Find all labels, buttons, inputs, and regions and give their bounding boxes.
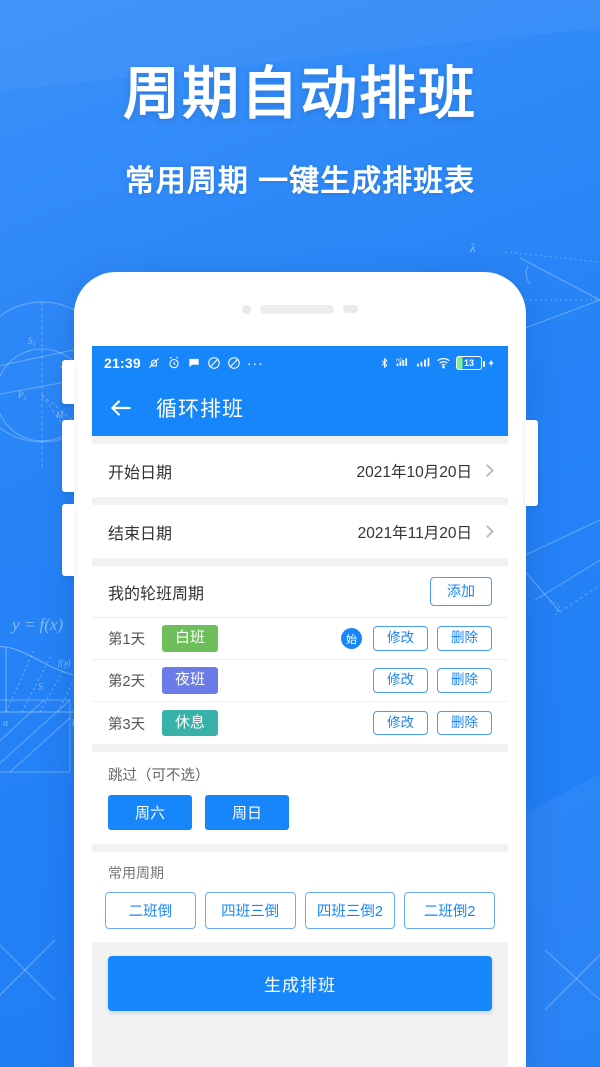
common-cycles-options: 二班倒 四班三倒 四班三倒2 二班倒2 bbox=[105, 892, 495, 929]
svg-text:a: a bbox=[3, 718, 8, 729]
row-actions: 始 修改 删除 bbox=[341, 626, 492, 651]
chevron-right-icon bbox=[481, 464, 494, 477]
svg-text:P₂: P₂ bbox=[17, 390, 27, 400]
svg-text:y = f(x): y = f(x) bbox=[10, 615, 63, 634]
generate-button-wrapper: 生成排班 bbox=[92, 942, 508, 1011]
common-cycles-card: 常用周期 二班倒 四班三倒 四班三倒2 二班倒2 bbox=[92, 852, 508, 942]
svg-text:HD: HD bbox=[396, 357, 403, 362]
wifi-icon bbox=[436, 356, 451, 370]
app-bar: 循环排班 bbox=[92, 380, 508, 436]
spacer bbox=[92, 844, 508, 852]
edit-button[interactable]: 修改 bbox=[373, 668, 428, 693]
common-cycle-option-2[interactable]: 四班三倒 bbox=[204, 892, 296, 929]
start-badge: 始 bbox=[341, 628, 362, 649]
hero-title: 周期自动排班 bbox=[123, 62, 477, 126]
delete-button[interactable]: 删除 bbox=[437, 626, 492, 651]
earpiece-speaker-icon bbox=[260, 304, 334, 314]
status-bar: 21:39 ··· HD 13 bbox=[92, 346, 508, 380]
skip-option-saturday[interactable]: 周六 bbox=[108, 795, 193, 830]
status-bar-left: 21:39 ··· bbox=[104, 355, 264, 371]
spacer bbox=[92, 558, 508, 566]
hero-section: 周期自动排班 常用周期 一键生成排班表 bbox=[0, 62, 600, 200]
table-row: 第2天 夜班 修改 删除 bbox=[92, 660, 508, 702]
phone-side-button-left-1[interactable] bbox=[62, 360, 75, 404]
add-shift-button[interactable]: 添加 bbox=[430, 576, 492, 607]
phone-screen: 21:39 ··· HD 13 循环排班 开始日期 2021年10月20日 结束… bbox=[92, 346, 508, 1067]
block-icon bbox=[227, 356, 241, 370]
end-date-card: 结束日期 2021年11月20日 bbox=[92, 505, 508, 558]
skip-card: 跳过（可不选） 周六 周日 bbox=[92, 752, 508, 844]
proximity-sensor-icon bbox=[343, 305, 358, 313]
message-icon bbox=[187, 356, 201, 370]
mute-bell-icon bbox=[147, 356, 161, 370]
row-actions: 修改 删除 bbox=[373, 668, 492, 693]
skip-title: 跳过（可不选） bbox=[108, 768, 210, 784]
spacer bbox=[92, 744, 508, 752]
hd-signal-icon: HD bbox=[395, 356, 411, 370]
svg-text:f(x): f(x) bbox=[58, 658, 71, 668]
svg-text:λ: λ bbox=[469, 240, 476, 255]
common-cycle-option-1[interactable]: 二班倒 bbox=[105, 892, 196, 929]
start-date-card: 开始日期 2021年10月20日 bbox=[92, 444, 508, 497]
skip-options: 周六 周日 bbox=[108, 795, 492, 830]
alarm-clock-icon bbox=[167, 356, 181, 370]
shift-tag[interactable]: 白班 bbox=[162, 625, 219, 652]
my-cycle-header: 我的轮班周期 添加 bbox=[92, 566, 508, 618]
signal-icon bbox=[416, 356, 431, 370]
back-arrow-icon[interactable] bbox=[108, 395, 134, 421]
charging-bolt-icon bbox=[487, 356, 496, 370]
row-actions: 修改 删除 bbox=[373, 710, 492, 736]
end-date-label: 结束日期 bbox=[108, 525, 173, 543]
delete-button[interactable]: 删除 bbox=[437, 668, 492, 693]
shift-tag[interactable]: 夜班 bbox=[162, 667, 219, 694]
more-dots-icon: ··· bbox=[246, 355, 264, 371]
chevron-right-icon bbox=[481, 525, 494, 538]
start-date-value: 2021年10月20日 bbox=[356, 463, 472, 481]
generate-schedule-button[interactable]: 生成排班 bbox=[108, 956, 492, 1011]
do-not-disturb-icon bbox=[207, 356, 221, 370]
status-bar-right: HD 13 bbox=[379, 356, 496, 370]
table-row: 第3天 休息 修改 删除 bbox=[92, 702, 508, 744]
shift-tag[interactable]: 休息 bbox=[162, 709, 219, 737]
battery-icon: 13 bbox=[456, 356, 485, 370]
common-cycle-option-3[interactable]: 四班三倒2 bbox=[304, 892, 396, 929]
spacer bbox=[92, 497, 508, 505]
phone-mockup: 21:39 ··· HD 13 循环排班 开始日期 2021年10月20日 结束… bbox=[62, 272, 538, 1067]
hero-subtitle: 常用周期 一键生成排班表 bbox=[124, 164, 476, 198]
svg-text:S: S bbox=[38, 682, 43, 693]
skip-option-sunday[interactable]: 周日 bbox=[205, 795, 290, 830]
day-label: 第3天 bbox=[108, 716, 146, 733]
common-cycles-title: 常用周期 bbox=[108, 865, 164, 881]
start-date-label: 开始日期 bbox=[108, 464, 173, 482]
end-date-row[interactable]: 结束日期 2021年11月20日 bbox=[92, 505, 508, 558]
phone-top-bezel bbox=[74, 272, 526, 346]
my-cycle-card: 我的轮班周期 添加 第1天 白班 始 修改 删除 第2天 夜班 修改 删除 第3… bbox=[92, 566, 508, 744]
table-row: 第1天 白班 始 修改 删除 bbox=[92, 618, 508, 660]
phone-side-button-left-2[interactable] bbox=[62, 420, 75, 492]
edit-button[interactable]: 修改 bbox=[373, 710, 428, 736]
day-label: 第2天 bbox=[108, 674, 146, 690]
delete-button[interactable]: 删除 bbox=[437, 710, 492, 736]
page-title: 循环排班 bbox=[156, 398, 244, 421]
screen-content: 开始日期 2021年10月20日 结束日期 2021年11月20日 我的轮班周期 bbox=[92, 436, 508, 1067]
edit-button[interactable]: 修改 bbox=[373, 626, 428, 651]
phone-side-button-left-3[interactable] bbox=[62, 504, 75, 576]
my-cycle-title: 我的轮班周期 bbox=[108, 585, 205, 603]
svg-text:S₁: S₁ bbox=[28, 336, 36, 346]
day-label: 第1天 bbox=[108, 632, 146, 648]
common-cycle-option-4[interactable]: 二班倒2 bbox=[404, 892, 495, 929]
spacer bbox=[92, 436, 508, 444]
start-date-row[interactable]: 开始日期 2021年10月20日 bbox=[92, 444, 508, 497]
phone-side-button-right-1[interactable] bbox=[525, 420, 538, 506]
status-bar-clock: 21:39 bbox=[104, 355, 141, 371]
bluetooth-icon bbox=[379, 356, 390, 370]
end-date-value: 2021年11月20日 bbox=[357, 524, 472, 542]
svg-text:M: M bbox=[55, 410, 64, 420]
front-camera-icon bbox=[242, 304, 251, 314]
